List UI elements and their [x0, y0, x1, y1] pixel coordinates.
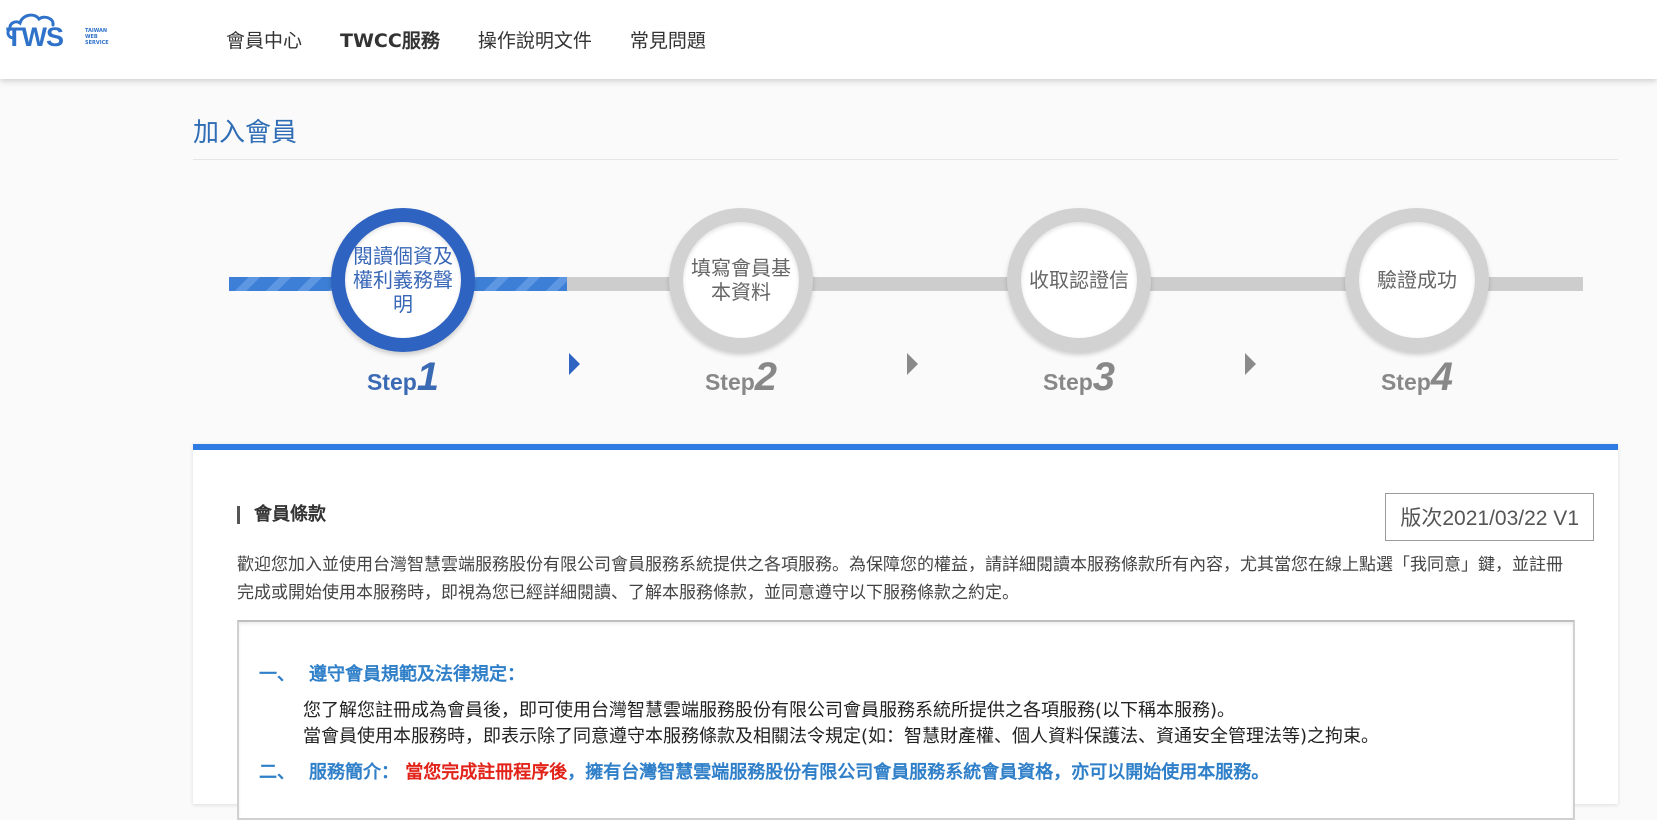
step-2-number: Step2	[704, 355, 778, 399]
step-1-circle: 閱讀個資及權利義務聲明	[331, 208, 475, 352]
step-arrow-icon	[569, 353, 580, 375]
step-4-number: Step4	[1380, 355, 1454, 399]
term-heading-1: 一、 遵守會員規範及法律規定：	[259, 664, 525, 685]
step-arrow-icon	[907, 353, 918, 375]
nav-faq[interactable]: 常見問題	[630, 26, 706, 53]
step-2-circle: 填寫會員基本資料	[669, 208, 813, 352]
page-title: 加入會員	[193, 118, 298, 148]
step-arrow-icon	[1245, 353, 1256, 375]
step-3-label: 收取認證信	[1021, 222, 1137, 338]
terms-scroll-box[interactable]: 一、 遵守會員規範及法律規定： 您了解您註冊成為會員後，即可使用台灣智慧雲端服務股…	[237, 620, 1575, 820]
term-paragraph: 當會員使用本服務時，即表示除了同意遵守本服務條款及相關法令規定(如：智慧財產權、…	[303, 726, 1380, 747]
section-title: 會員條款	[237, 506, 326, 524]
step-4-circle: 驗證成功	[1345, 208, 1489, 352]
nav-twcc-service[interactable]: TWCC服務	[340, 26, 440, 53]
step-3-circle: 收取認證信	[1007, 208, 1151, 352]
logo-text: TWS	[6, 22, 64, 52]
logo-subtext: TAIWAN WEB SERVICE	[85, 28, 109, 46]
main-nav: 會員中心 TWCC服務 操作說明文件 常見問題	[226, 26, 706, 53]
tws-logo[interactable]: TWS TAIWAN WEB SERVICE	[6, 10, 116, 52]
step-1-label: 閱讀個資及權利義務聲明	[345, 222, 461, 338]
top-bar: TWS TAIWAN WEB SERVICE 會員中心 TWCC服務 操作說明文…	[0, 0, 1657, 79]
nav-docs[interactable]: 操作說明文件	[478, 26, 592, 53]
step-1-number: Step1	[366, 355, 440, 399]
terms-card: 會員條款 版次2021/03/22 V1 歡迎您加入並使用台灣智慧雲端服務股份有…	[193, 444, 1618, 820]
term-heading-2: 二、 服務簡介： 當您完成註冊程序後，擁有台灣智慧雲端服務股份有限公司會員服務系統…	[259, 762, 1270, 783]
nav-member-center[interactable]: 會員中心	[226, 26, 302, 53]
version-badge: 版次2021/03/22 V1	[1385, 493, 1594, 541]
step-4-label: 驗證成功	[1359, 222, 1475, 338]
term-highlight: 當您完成註冊程序後	[405, 762, 568, 783]
term-paragraph: 您了解您註冊成為會員後，即可使用台灣智慧雲端服務股份有限公司會員服務系統所提供之…	[303, 700, 1236, 721]
title-divider	[193, 159, 1618, 160]
step-2-label: 填寫會員基本資料	[683, 222, 799, 338]
terms-intro: 歡迎您加入並使用台灣智慧雲端服務股份有限公司會員服務系統提供之各項服務。為保障您…	[237, 555, 1563, 603]
step-3-number: Step3	[1042, 355, 1116, 399]
